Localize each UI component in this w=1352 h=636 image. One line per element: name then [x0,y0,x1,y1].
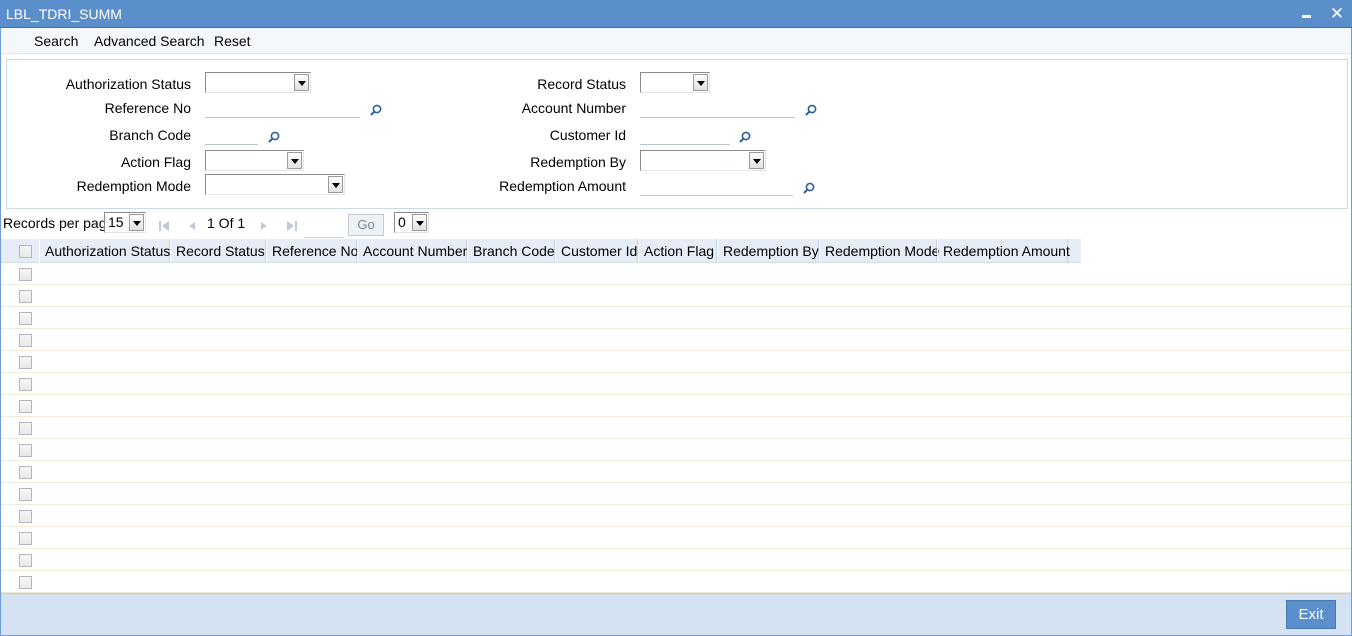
minimize-icon[interactable] [1297,4,1317,24]
results-grid: Authorization Status Record Status Refer… [1,239,1351,593]
table-row [1,373,1351,395]
chevron-down-icon [294,74,309,91]
table-row [1,483,1351,505]
account-number-input[interactable] [640,98,795,118]
redemption-by-label: Redemption By [530,154,626,170]
action-flag-label: Action Flag [120,154,191,170]
column-header[interactable]: Account Number [357,239,467,263]
chevron-down-icon [287,152,302,169]
branch-code-label: Branch Code [109,127,191,143]
reset-button[interactable]: Reset [214,33,251,49]
column-header[interactable]: Authorization Status [39,239,170,263]
row-checkbox[interactable] [19,400,32,413]
row-checkbox[interactable] [19,356,32,369]
table-row [1,571,1351,593]
table-row [1,285,1351,307]
record-status-label: Record Status [537,76,626,92]
customer-id-label: Customer Id [549,127,626,143]
record-status-select[interactable] [640,72,710,93]
records-per-page-select[interactable]: 15 [104,212,146,233]
chevron-down-icon [129,214,144,231]
row-checkbox[interactable] [19,466,32,479]
column-header[interactable]: Customer Id [555,239,638,263]
footer-bar: Exit [1,593,1351,635]
table-row [1,505,1351,527]
customer-id-input[interactable] [640,125,730,145]
window-title: LBL_TDRI_SUMM [6,6,122,22]
action-flag-select[interactable] [205,150,304,171]
table-row [1,549,1351,571]
search-icon[interactable] [803,182,815,194]
reference-no-label: Reference No [104,100,191,116]
go-button[interactable]: Go [348,214,384,236]
next-page-icon[interactable] [257,219,271,233]
branch-code-input[interactable] [205,125,258,145]
column-header[interactable]: Branch Code [467,239,555,263]
redemption-amount-input[interactable] [640,176,793,196]
row-checkbox[interactable] [19,422,32,435]
row-checkbox[interactable] [19,268,32,281]
select-all-checkbox[interactable] [19,245,32,258]
pagination-bar: Records per page 15 1 Of 1 0 [1,211,1351,239]
table-row [1,461,1351,483]
table-row [1,527,1351,549]
row-checkbox[interactable] [19,444,32,457]
row-checkbox[interactable] [19,510,32,523]
redemption-mode-select[interactable] [205,174,345,195]
previous-page-icon[interactable] [185,219,199,233]
first-page-icon[interactable] [157,219,171,233]
window-title-bar: LBL_TDRI_SUMM ✕ [0,0,1352,28]
row-checkbox[interactable] [19,290,32,303]
goto-page-input[interactable] [304,220,344,238]
toolbar: Search Advanced Search Reset [1,28,1351,54]
row-checkbox[interactable] [19,532,32,545]
table-row [1,329,1351,351]
close-icon[interactable]: ✕ [1327,4,1347,24]
column-header[interactable]: Action Flag [638,239,717,263]
redemption-mode-label: Redemption Mode [76,178,191,194]
grid-header-row: Authorization Status Record Status Refer… [1,239,1081,263]
table-row [1,263,1351,285]
table-row [1,417,1351,439]
records-per-page-label: Records per page [3,215,115,231]
authorization-status-label: Authorization Status [65,76,191,92]
row-checkbox[interactable] [19,488,32,501]
column-header[interactable]: Redemption Amount [937,239,1070,263]
account-number-label: Account Number [521,100,626,116]
redemption-by-select[interactable] [640,150,766,171]
column-header[interactable]: Redemption Mode [819,239,939,263]
advanced-search-button[interactable]: Advanced Search [94,33,205,49]
row-checkbox[interactable] [19,554,32,567]
column-header[interactable]: Redemption By [717,239,819,263]
search-icon[interactable] [739,131,751,143]
search-criteria-panel: Authorization Status Reference No Branch… [6,59,1348,209]
chevron-down-icon [412,214,427,231]
table-row [1,439,1351,461]
chevron-down-icon [693,74,708,91]
page-select[interactable]: 0 [394,212,429,233]
summary-window: Search Advanced Search Reset Authorizati… [0,28,1352,636]
last-page-icon[interactable] [285,219,299,233]
column-header[interactable]: Reference No [266,239,358,263]
row-checkbox[interactable] [19,576,32,589]
authorization-status-select[interactable] [205,72,311,93]
chevron-down-icon [328,176,343,193]
row-checkbox[interactable] [19,334,32,347]
search-icon[interactable] [370,104,382,116]
table-row [1,395,1351,417]
search-icon[interactable] [268,131,280,143]
table-row [1,307,1351,329]
row-checkbox[interactable] [19,312,32,325]
reference-no-input[interactable] [205,98,360,118]
table-row [1,351,1351,373]
chevron-down-icon [749,152,764,169]
redemption-amount-label: Redemption Amount [499,178,626,194]
page-info: 1 Of 1 [207,215,246,231]
column-header[interactable]: Record Status [170,239,266,263]
search-button[interactable]: Search [34,33,78,49]
search-icon[interactable] [805,104,817,116]
exit-button[interactable]: Exit [1286,600,1336,629]
row-checkbox[interactable] [19,378,32,391]
